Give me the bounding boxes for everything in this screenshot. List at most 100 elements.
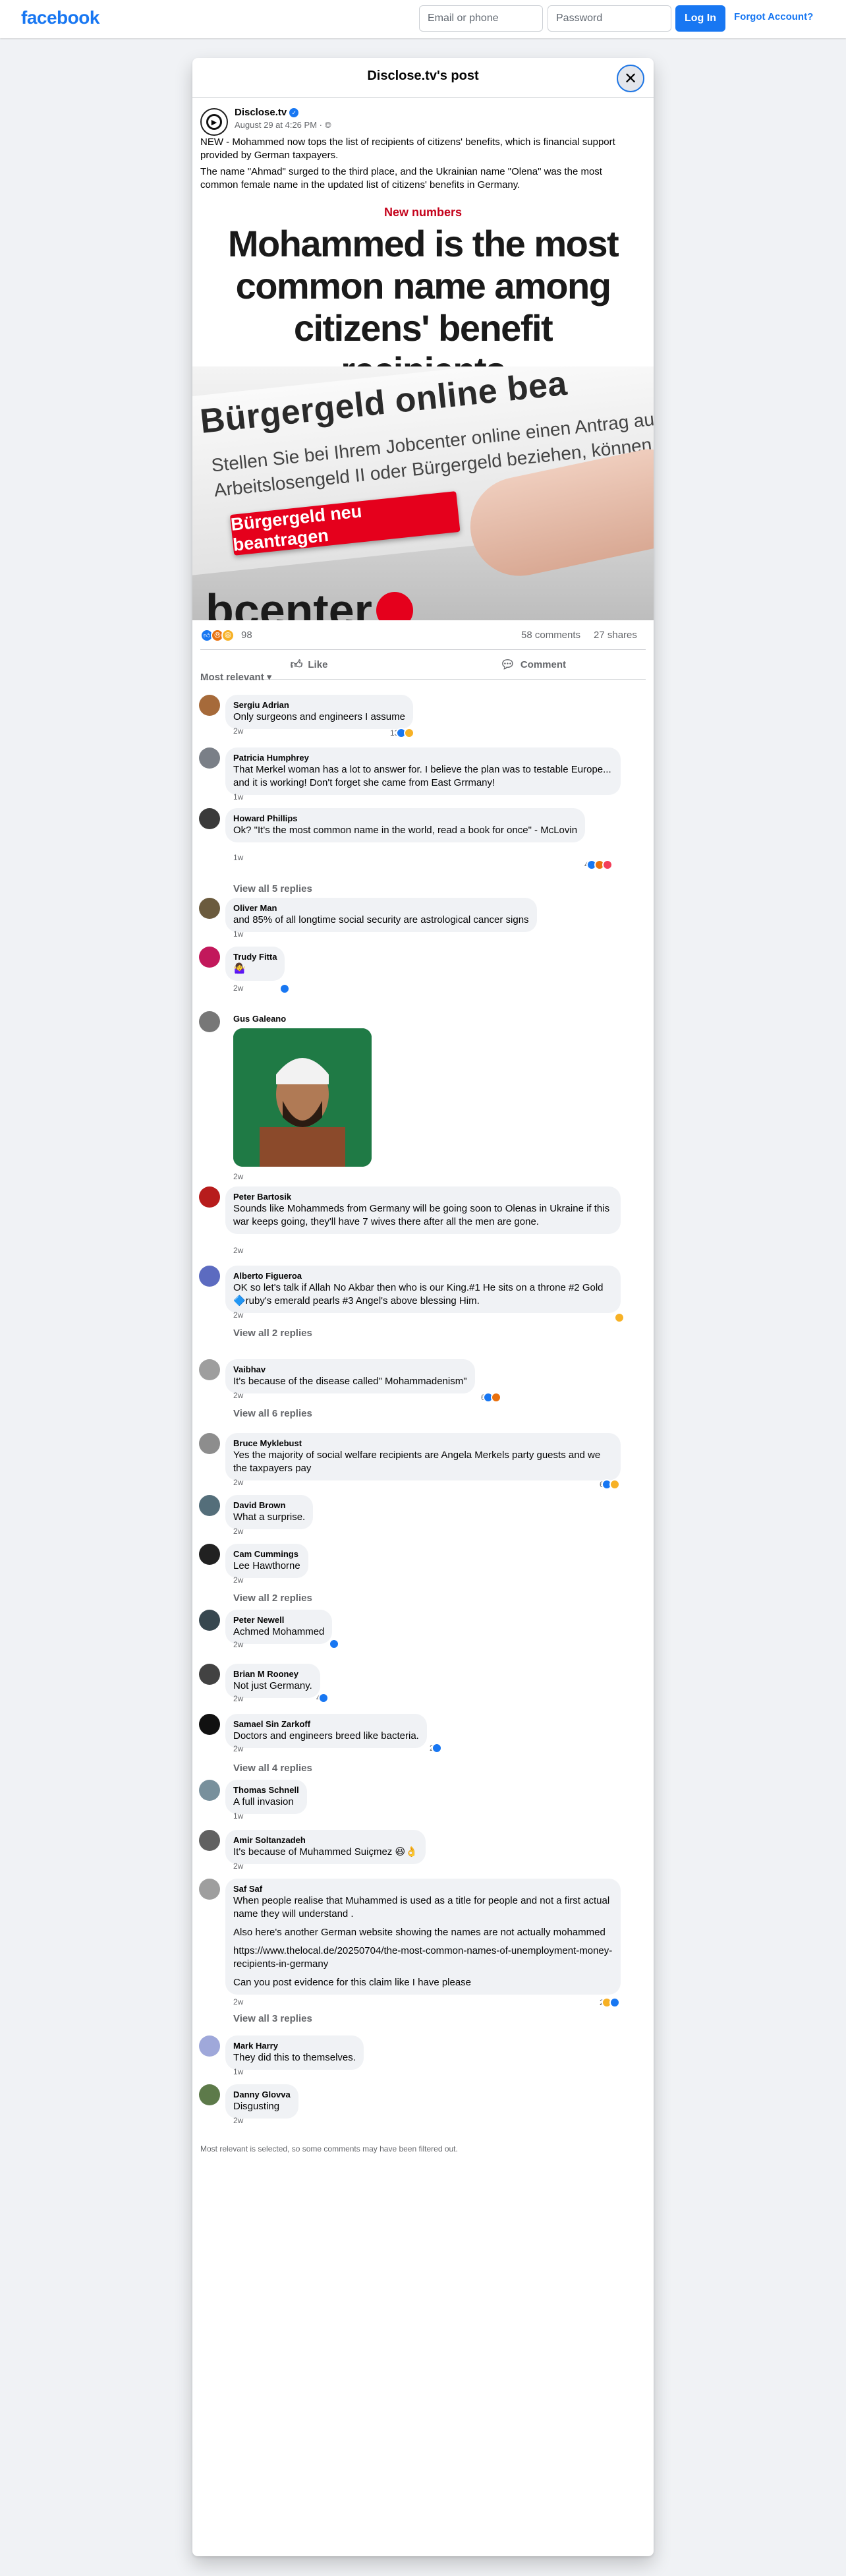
comment-timestamp[interactable]: 1w [233,929,243,939]
password-field[interactable] [548,5,671,32]
commenter-avatar[interactable] [199,2084,220,2105]
view-replies-link[interactable]: View all 3 replies [233,2013,312,2024]
comment-reactions[interactable] [327,1639,339,1649]
comment-text: It's because of the disease called" Moha… [233,1376,467,1387]
commenter-name[interactable]: Amir Soltanzadeh [233,1835,418,1846]
login-button[interactable]: Log In [675,5,725,32]
commenter-name[interactable]: Patricia Humphrey [233,753,613,763]
photo-button: Bürgergeld neu beantragen [229,491,461,556]
commenter-name[interactable]: Alberto Figueroa [233,1271,613,1281]
commenter-name[interactable]: Thomas Schnell [233,1785,299,1796]
comment-timestamp[interactable]: 2w [233,1246,243,1255]
commenter-name[interactable]: David Brown [233,1500,305,1511]
view-replies-link[interactable]: View all 4 replies [233,1763,312,1774]
comments-count[interactable]: 58 comments [521,629,580,641]
post-image[interactable]: New numbers Mohammed is the most common … [192,202,654,620]
commenter-name[interactable]: Howard Phillips [233,813,577,824]
view-replies-link[interactable]: View all 2 replies [233,1328,312,1339]
commenter-name[interactable]: Vaibhav [233,1364,467,1375]
comment-reactions[interactable]: 4 [316,1693,329,1703]
comment-reactions[interactable] [278,983,290,994]
close-icon[interactable]: ✕ [617,65,644,92]
commenter-avatar[interactable] [199,1544,220,1565]
commenter-avatar[interactable] [199,898,220,919]
commenter-name[interactable]: Peter Bartosik [233,1192,613,1202]
comment-timestamp[interactable]: 1w [233,2067,243,2076]
comment-reactions[interactable]: 13 [390,728,415,738]
commenter-avatar[interactable] [199,1433,220,1454]
page-avatar[interactable]: ▶ [200,108,228,136]
view-replies-link[interactable]: View all 2 replies [233,1593,312,1604]
commenter-name[interactable]: Gus Galeano [233,1014,286,1024]
comment-timestamp[interactable]: 2w [233,1310,243,1320]
commenter-avatar[interactable] [199,1495,220,1516]
commenter-avatar[interactable] [199,1011,220,1032]
email-field[interactable] [419,5,543,32]
comment-reactions[interactable]: 2 [430,1743,442,1753]
comment-timestamp[interactable]: 2w [233,1478,243,1487]
comment-timestamp[interactable]: 2w [233,1172,243,1181]
commenter-avatar[interactable] [199,1359,220,1380]
forgot-account-link[interactable]: Forgot Account? [734,11,813,22]
commenter-name[interactable]: Mark Harry [233,2041,356,2051]
commenter-avatar[interactable] [199,947,220,968]
commenter-avatar[interactable] [199,1266,220,1287]
comment-timestamp[interactable]: 1w [233,1811,243,1821]
commenter-name[interactable]: Oliver Man [233,903,529,914]
comment-timestamp[interactable]: 2w [233,1997,243,2006]
comment-reactions[interactable]: 2 [600,1997,620,2008]
comment-timestamp[interactable]: 1w [233,792,243,802]
reactions-count[interactable]: 98 [241,629,252,641]
view-replies-link[interactable]: View all 5 replies [233,883,312,894]
commenter-name[interactable]: Brian M Rooney [233,1669,312,1680]
comment-timestamp[interactable]: 2w [233,1575,243,1585]
commenter-avatar[interactable] [199,695,220,716]
commenter-avatar[interactable] [199,1186,220,1208]
comment-image[interactable] [233,1028,372,1167]
comment-timestamp[interactable]: 2w [233,1640,243,1649]
comment-timestamp[interactable]: 2w [233,983,243,993]
post-timestamp[interactable]: August 29 at 4:26 PM · 🌐︎ [235,120,331,131]
comment-timestamp[interactable]: 2w [233,2116,243,2125]
comment-sort-dropdown[interactable]: Most relevant ▾ [200,671,271,683]
comment-reactions[interactable]: 4 [584,860,613,870]
comment-bubble: Danny Glovva Disgusting [225,2084,298,2119]
comment-timestamp[interactable]: 2w [233,1861,243,1871]
commenter-avatar[interactable] [199,1780,220,1801]
commenter-name[interactable]: Trudy Fitta [233,952,277,962]
commenter-name[interactable]: Peter Newell [233,1615,324,1625]
view-replies-link[interactable]: View all 6 replies [233,1408,312,1419]
comment-text: Lee Hawthorne [233,1560,300,1571]
commenter-avatar[interactable] [199,1664,220,1685]
shares-count[interactable]: 27 shares [594,629,637,641]
comment-timestamp[interactable]: 2w [233,1744,243,1753]
commenter-name[interactable]: Samael Sin Zarkoff [233,1719,419,1730]
commenter-name[interactable]: Bruce Myklebust [233,1438,613,1449]
commenter-name[interactable]: Saf Saf [233,1884,613,1894]
commenter-avatar[interactable] [199,2035,220,2057]
commenter-name[interactable]: Danny Glovva [233,2090,291,2100]
commenter-name[interactable]: Cam Cummings [233,1549,300,1560]
commenter-name[interactable]: Sergiu Adrian [233,700,405,711]
comment-timestamp[interactable]: 2w [233,1694,243,1703]
comment-bubble: Amir Soltanzadeh It's because of Muhammed… [225,1830,426,1864]
commenter-avatar[interactable] [199,1830,220,1851]
commenter-avatar[interactable] [199,1879,220,1900]
comment-reactions[interactable]: 6 [481,1392,501,1403]
comment-timestamp[interactable]: 1w [233,853,243,862]
comment-timestamp[interactable]: 2w [233,1527,243,1536]
commenter-avatar[interactable] [199,1610,220,1631]
comment-reactions[interactable] [613,1312,625,1323]
comment-reactions[interactable]: 6 [600,1479,620,1490]
comment-timestamp[interactable]: 2w [233,1391,243,1400]
commenter-avatar[interactable] [199,808,220,829]
author-name[interactable]: Disclose.tv ✓ [235,107,299,118]
globe-icon: 🌐︎ [324,120,331,130]
comment-link[interactable]: https://www.thelocal.de/20250704/the-mos… [233,1945,613,1971]
commenter-avatar[interactable] [199,1714,220,1735]
comment-button[interactable]: 💬︎ Comment [424,654,642,675]
comment-timestamp[interactable]: 2w [233,726,243,736]
commenter-avatar[interactable] [199,747,220,769]
post-text-paragraph-1: NEW - Mohammed now tops the list of reci… [200,136,615,161]
facebook-logo[interactable]: facebook [21,7,99,28]
